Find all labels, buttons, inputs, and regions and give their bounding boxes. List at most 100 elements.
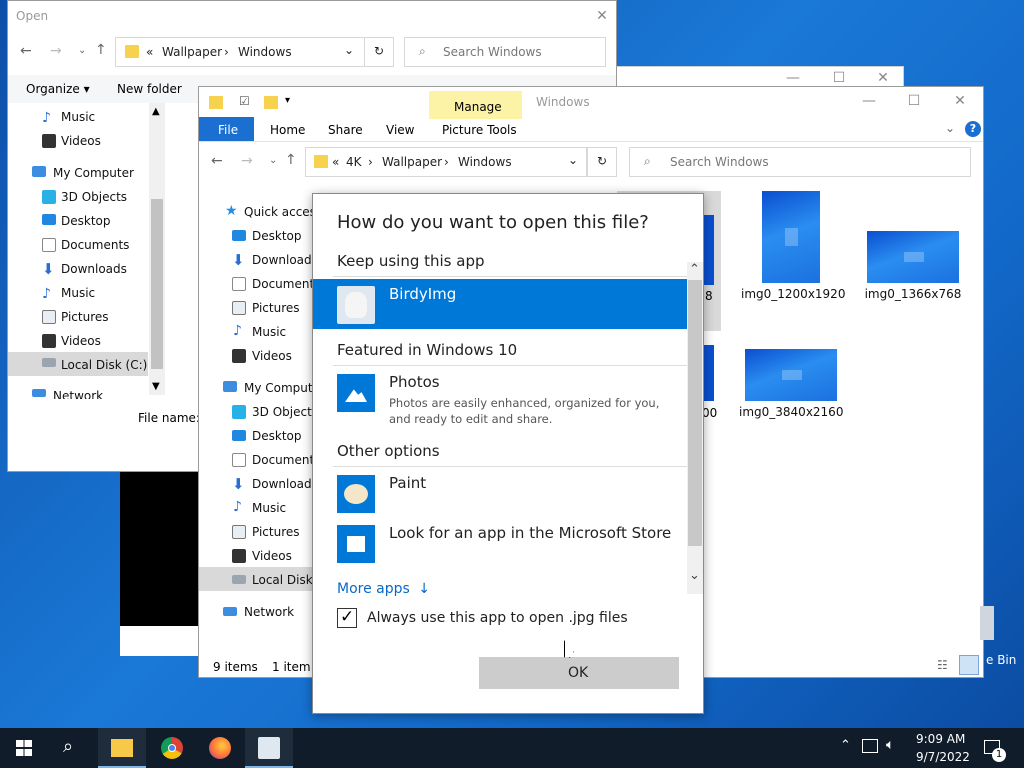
scroll-up-icon[interactable]: ▲ (152, 106, 160, 117)
breadcrumb-windows[interactable]: Windows (458, 155, 512, 169)
clock-date[interactable]: 9/7/2022 (916, 750, 970, 764)
taskbar-birdyimg[interactable] (245, 728, 293, 768)
recycle-bin-label[interactable]: e Bin (986, 653, 1016, 667)
nav-documents[interactable]: Documents (252, 277, 315, 291)
minimize-icon[interactable]: — (783, 68, 803, 88)
manage-context-tab[interactable]: Manage (429, 91, 522, 119)
maximize-icon[interactable]: ☐ (904, 91, 924, 111)
search-input[interactable]: ⌕ Search Windows (629, 147, 971, 177)
up-arrow-icon[interactable]: ↑ (95, 42, 107, 58)
breadcrumb-4k[interactable]: 4K (346, 155, 362, 169)
organize-button[interactable]: Organize ▾ (26, 82, 90, 96)
minimize-icon[interactable]: — (859, 91, 879, 111)
search-input[interactable]: ⌕ Search Windows (404, 37, 606, 67)
refresh-button[interactable]: ↻ (587, 147, 617, 177)
address-bar[interactable]: « 4K › Wallpaper › Windows ⌄ (305, 147, 587, 177)
nav-downloads-2[interactable]: Downloads (252, 477, 315, 491)
app-list-scrollbar[interactable]: ⌃ ⌄ (687, 262, 703, 594)
forward-arrow-icon[interactable]: → (241, 153, 253, 169)
scroll-up-icon[interactable]: ⌃ (689, 262, 700, 277)
show-hidden-icons[interactable]: ⌃ (840, 738, 851, 753)
large-icons-view-icon[interactable] (959, 655, 979, 675)
network-icon[interactable] (862, 739, 878, 753)
close-icon[interactable]: ✕ (873, 68, 893, 88)
back-arrow-icon[interactable]: ← (211, 153, 223, 169)
taskbar-firefox[interactable] (196, 728, 244, 768)
nav-quick-access[interactable]: Quick access (244, 205, 315, 219)
help-icon[interactable]: ? (965, 121, 981, 137)
tree-item-pictures[interactable]: Pictures (61, 310, 109, 324)
tree-item-documents[interactable]: Documents (61, 238, 129, 252)
file-tile[interactable]: img0_1200x1920 (741, 191, 845, 301)
back-arrow-icon[interactable]: ← (20, 43, 32, 59)
nav-local-disk[interactable]: Local Disk ( (252, 573, 315, 587)
file-tile[interactable]: img0_3840x2160 (739, 349, 843, 419)
tab-share[interactable]: Share (328, 123, 363, 137)
properties-icon[interactable]: ☑ (239, 94, 250, 108)
file-tile[interactable]: img0_1366x768 (861, 231, 965, 301)
nav-network[interactable]: Network (244, 605, 294, 619)
search-button[interactable]: ⌕ (48, 728, 96, 768)
scroll-thumb[interactable] (688, 280, 702, 546)
tab-picture-tools[interactable]: Picture Tools (442, 123, 517, 137)
new-folder-button[interactable]: New folder (117, 82, 182, 96)
new-folder-icon[interactable] (264, 96, 278, 109)
nav-desktop[interactable]: Desktop (252, 229, 302, 243)
nav-videos-2[interactable]: Videos (252, 549, 292, 563)
nav-my-computer[interactable]: My Computer (244, 381, 315, 395)
up-arrow-icon[interactable]: ↑ (285, 152, 297, 168)
nav-documents-2[interactable]: Documents (252, 453, 315, 467)
details-view-icon[interactable]: ☷ (937, 658, 948, 672)
nav-pictures[interactable]: Pictures (252, 301, 300, 315)
tree-item-downloads[interactable]: Downloads (61, 262, 127, 276)
always-use-checkbox[interactable]: ✓ (337, 607, 357, 628)
refresh-button[interactable]: ↻ (364, 37, 394, 67)
breadcrumb-windows[interactable]: Windows (238, 45, 292, 59)
tree-item-my-computer[interactable]: My Computer (53, 166, 134, 180)
customize-qat-icon[interactable]: ▾ (285, 95, 290, 106)
tree-item-3d-objects[interactable]: 3D Objects (61, 190, 127, 204)
start-button[interactable] (0, 728, 48, 768)
nav-music[interactable]: Music (252, 325, 286, 339)
app-option-birdyimg-selected[interactable]: BirdyImg (313, 279, 687, 329)
tree-item-videos-2[interactable]: Videos (61, 334, 101, 348)
scroll-down-icon[interactable]: ▼ (152, 381, 160, 392)
breadcrumb-wallpaper[interactable]: Wallpaper (162, 45, 222, 59)
ribbon-expand-icon[interactable]: ⌄ (945, 121, 955, 135)
chevron-down-icon[interactable]: ⌄ (344, 43, 354, 57)
nav-videos[interactable]: Videos (252, 349, 292, 363)
app-option-paint[interactable]: Paint (313, 468, 687, 518)
breadcrumb-wallpaper[interactable]: Wallpaper (382, 155, 442, 169)
ok-button[interactable]: OK (479, 657, 679, 689)
tree-item-network[interactable]: Network (53, 389, 103, 399)
tree-scrollbar[interactable]: ▲ ▼ (149, 103, 165, 395)
close-icon[interactable]: ✕ (592, 6, 612, 26)
volume-icon[interactable]: 🔈︎ (886, 737, 894, 753)
app-option-microsoft-store[interactable]: Look for an app in the Microsoft Store (313, 518, 687, 568)
scroll-down-icon[interactable]: ⌄ (689, 568, 700, 583)
nav-downloads[interactable]: Downloads (252, 253, 315, 267)
taskbar-file-explorer[interactable] (98, 728, 146, 768)
app-option-photos[interactable]: Photos Photos are easily enhanced, organ… (313, 367, 687, 431)
forward-arrow-icon[interactable]: → (50, 43, 62, 59)
nav-music-2[interactable]: Music (252, 501, 286, 515)
nav-pictures-2[interactable]: Pictures (252, 525, 300, 539)
tab-file[interactable]: File (199, 117, 254, 141)
tree-item-music[interactable]: Music (61, 110, 95, 124)
tree-item-local-disk[interactable]: Local Disk (C:) (61, 358, 147, 372)
tree-item-desktop[interactable]: Desktop (61, 214, 111, 228)
recycle-bin-icon[interactable] (980, 606, 994, 640)
scroll-thumb[interactable] (151, 199, 163, 369)
address-bar[interactable]: « Wallpaper › Windows ⌄ (115, 37, 365, 67)
tab-home[interactable]: Home (270, 123, 305, 137)
maximize-icon[interactable]: ☐ (829, 68, 849, 88)
taskbar-chrome[interactable] (148, 728, 196, 768)
more-apps-link[interactable]: More apps ↓ (337, 581, 430, 597)
nav-3d-objects[interactable]: 3D Objects (252, 405, 315, 419)
tree-item-music-2[interactable]: Music (61, 286, 95, 300)
close-icon[interactable]: ✕ (950, 91, 970, 111)
recent-dropdown-icon[interactable]: ⌄ (78, 45, 86, 56)
nav-desktop-2[interactable]: Desktop (252, 429, 302, 443)
recent-dropdown-icon[interactable]: ⌄ (269, 155, 277, 166)
tab-view[interactable]: View (386, 123, 414, 137)
